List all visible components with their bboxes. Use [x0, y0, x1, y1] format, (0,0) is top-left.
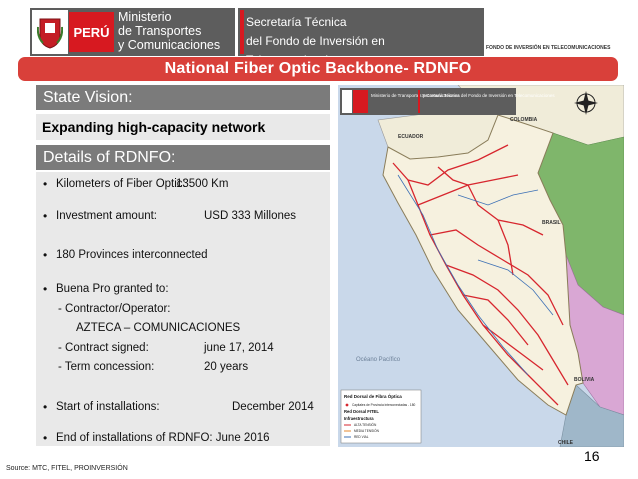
page-number: 16	[584, 448, 600, 464]
state-vision-text: Expanding high-capacity network	[36, 114, 330, 140]
coat-of-arms-icon	[37, 18, 63, 49]
contract-signed-value: june 17, 2014	[204, 342, 274, 354]
bullet-icon: •	[43, 209, 48, 223]
km-value: 13500 Km	[176, 178, 229, 190]
legend-line3: Infraestructura	[344, 416, 374, 421]
map-label-ocean: Océano Pacífico	[356, 357, 401, 363]
contractor-label: - Contractor/Operator:	[58, 303, 171, 315]
map-coat-of-arms	[342, 90, 352, 113]
details-heading: Details of RDNFO:	[36, 145, 330, 170]
map-label-brasil: BRASIL	[542, 220, 561, 226]
km-label: Kilometers of Fiber Optic:	[56, 178, 186, 190]
bullet-icon: •	[43, 248, 48, 262]
investment-value: USD 333 Millones	[204, 210, 297, 222]
source-note: Source: MTC, FITEL, PROINVERSIÓN	[6, 465, 128, 472]
map-label-colombia: COLOMBIA	[510, 117, 538, 123]
start-value: December 2014	[232, 401, 314, 413]
end-text: End of installations of RDNFO: June 2016	[56, 432, 270, 444]
bullet-icon: •	[43, 282, 48, 296]
fondo-tagline: FONDO DE INVERSIÓN EN TELECOMUNICACIONES	[486, 45, 611, 51]
secretaria-accent	[240, 10, 244, 54]
map-peru-logo	[353, 90, 368, 113]
provinces-text: 180 Provinces interconnected	[56, 249, 208, 261]
details-panel: • Kilometers of Fiber Optic: 13500 Km • …	[36, 172, 330, 446]
fiber-network-map: Ministerio de Transportes y Comunicacion…	[338, 85, 624, 447]
secretaria-name: Secretaría Técnica del Fondo de Inversió…	[246, 15, 385, 67]
ministry-name: Ministerio de Transportes y Comunicacion…	[118, 10, 221, 52]
investment-label: Investment amount:	[56, 210, 157, 222]
map-label-ecuador: ECUADOR	[398, 134, 424, 140]
contractor-value: AZTECA – COMUNICACIONES	[76, 322, 241, 334]
map-label-bolivia: BOLIVIA	[574, 377, 595, 383]
legend-line5: MEDIA TENSIÓN	[354, 428, 380, 433]
slide-title-banner: National Fiber Optic Backbone- RDNFO	[18, 57, 618, 81]
bullet-icon: •	[43, 431, 48, 445]
contract-signed-label: - Contract signed:	[58, 342, 149, 354]
map-header-accent	[418, 90, 420, 113]
map-header-right: Secretaría Técnica del Fondo de Inversió…	[422, 93, 555, 98]
legend-title: Red Dorsal de Fibra Óptica	[344, 392, 402, 399]
map-label-chile: CHILE	[558, 440, 574, 446]
legend-line1: Capitales de Provincia interconectadas -…	[352, 403, 415, 407]
buena-pro-text: Buena Pro granted to:	[56, 283, 169, 295]
bullet-icon: •	[43, 400, 48, 414]
legend-line6: RED VIAL	[354, 435, 369, 439]
peru-logo: PERÚ	[69, 12, 114, 52]
term-label: - Term concession:	[58, 361, 155, 373]
legend-line4: ALTA TENSIÓN	[354, 422, 377, 427]
start-label: Start of installations:	[56, 401, 160, 413]
term-value: 20 years	[204, 361, 249, 373]
state-vision-heading: State Vision:	[36, 85, 330, 110]
bullet-icon: •	[43, 177, 48, 191]
legend-marker	[345, 403, 349, 407]
legend-line2: Red Dorsal FITEL	[344, 409, 379, 414]
